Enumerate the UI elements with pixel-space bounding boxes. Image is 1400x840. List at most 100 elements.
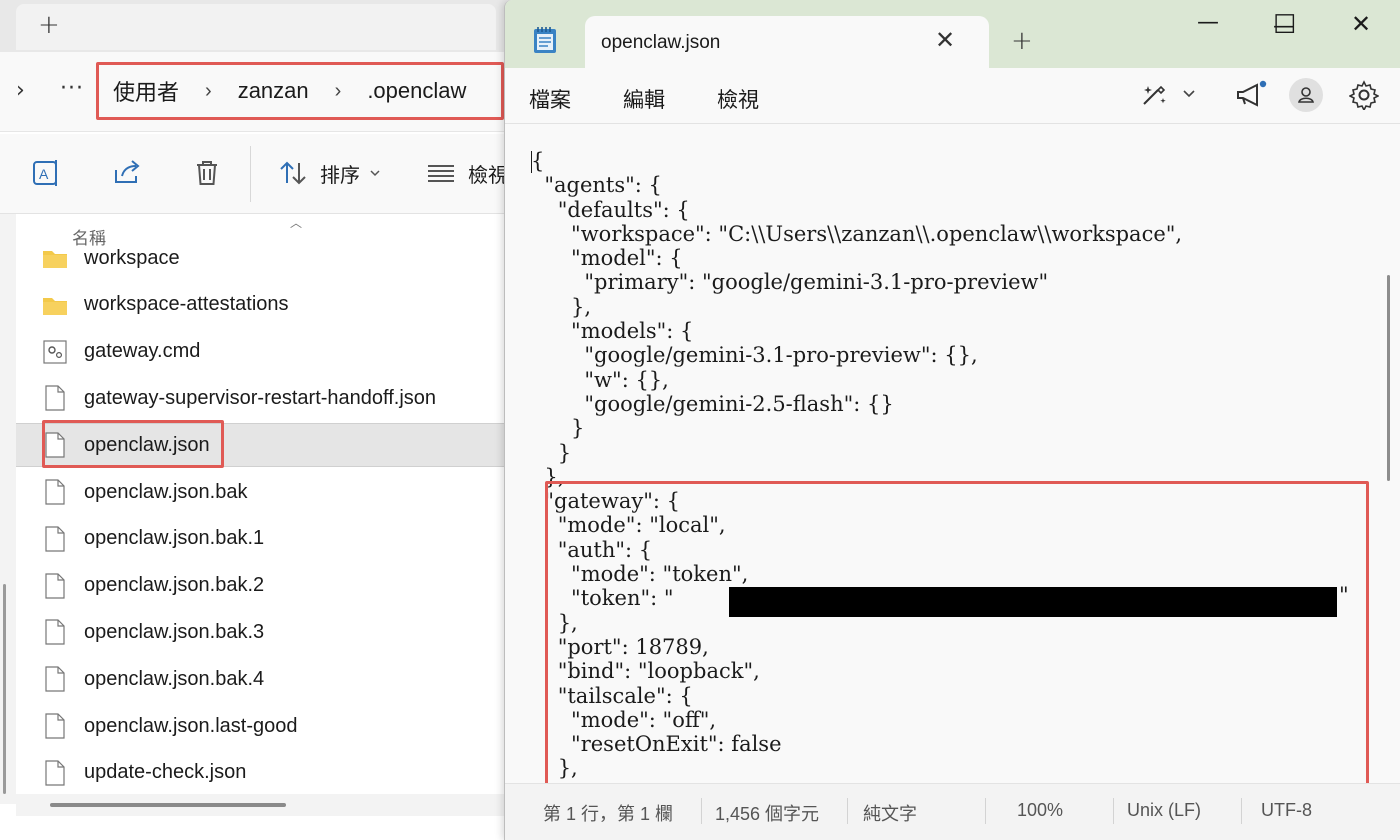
file-list-item[interactable]: openclaw.json.bak.4 (42, 657, 520, 701)
more-breadcrumbs-button[interactable]: ··· (60, 76, 84, 101)
file-name: workspace-attestations (84, 293, 289, 316)
file-list-item[interactable]: gateway.cmd (42, 330, 520, 374)
file-explorer-window: + › ··· 使用者 › zanzan › .openclaw A 排序 檢視… (0, 0, 520, 840)
share-icon[interactable] (112, 158, 142, 188)
status-format[interactable]: 純文字 (863, 800, 917, 826)
maximize-button[interactable]: ☐ (1273, 10, 1296, 40)
nav-chevron-icon[interactable]: › (16, 78, 25, 103)
user-icon (1298, 87, 1314, 103)
sort-label: 排序 (320, 162, 360, 187)
code-line: "primary": "google/gemini-3.1-pro-previe… (531, 270, 1049, 295)
file-icon (45, 666, 65, 692)
breadcrumb-item-zanzan[interactable]: zanzan (238, 78, 309, 104)
status-zoom[interactable]: 100% (1017, 800, 1063, 821)
menu-view[interactable]: 檢視 (717, 84, 759, 114)
file-name: gateway.cmd (84, 340, 201, 363)
file-name: openclaw.json.last-good (84, 714, 298, 737)
code-line: "defaults": { (531, 197, 690, 222)
code-line: "google/gemini-3.1-pro-preview": {}, (531, 343, 978, 368)
notepad-tab[interactable]: openclaw.json ✕ (585, 16, 989, 68)
file-list-item[interactable]: gateway-supervisor-restart-handoff.json (42, 376, 520, 420)
file-list-item[interactable]: workspace (42, 236, 520, 280)
file-list-item[interactable]: workspace-attestations (42, 283, 520, 327)
file-list-item[interactable]: openclaw.json.bak.2 (42, 564, 520, 608)
explorer-active-tab[interactable] (16, 4, 496, 50)
view-button[interactable]: 檢視 (426, 158, 508, 188)
notepad-new-tab-button[interactable]: + (1011, 26, 1033, 56)
vertical-scrollbar[interactable] (1387, 275, 1390, 481)
account-avatar[interactable] (1289, 78, 1323, 112)
svg-text:A: A (39, 166, 49, 182)
folder-icon (43, 297, 67, 315)
tab-title: openclaw.json (601, 32, 721, 53)
file-list-item[interactable]: openclaw.json.bak (42, 470, 520, 514)
status-char-count: 1,456 個字元 (715, 804, 820, 824)
code-line: "model": { (531, 246, 683, 271)
copilot-sparkle-icon[interactable] (1139, 80, 1169, 110)
breadcrumb-item-users[interactable]: 使用者 (113, 75, 179, 107)
nav-pane-scrollbar[interactable] (0, 214, 16, 804)
file-icon (45, 385, 65, 411)
code-line: } (531, 416, 585, 441)
chevron-down-icon (370, 170, 380, 177)
horizontal-scrollbar[interactable] (16, 794, 520, 816)
view-list-icon (428, 165, 454, 182)
code-line: "workspace": "C:\\Users\\zanzan\\.opencl… (531, 221, 1183, 246)
highlight-box-gateway (545, 481, 1369, 783)
explorer-new-tab-button[interactable]: + (38, 10, 60, 40)
notepad-app-icon (534, 27, 556, 53)
breadcrumb-item-openclaw[interactable]: .openclaw (367, 78, 466, 104)
settings-gear-icon[interactable] (1349, 80, 1379, 110)
status-line-ending[interactable]: Unix (LF) (1127, 800, 1201, 821)
file-name: openclaw.json.bak.4 (84, 667, 265, 690)
status-bar: 第 1 行，第 1 欄 1,456 個字元 純文字 100% Unix (LF)… (505, 783, 1400, 840)
notepad-title-bar: openclaw.json ✕ + — (505, 0, 1400, 68)
chevron-down-icon[interactable] (1181, 86, 1197, 102)
file-icon (45, 713, 65, 739)
announcement-icon[interactable] (1235, 80, 1267, 110)
tab-close-icon[interactable]: ✕ (935, 26, 955, 54)
sort-button[interactable]: 排序 (278, 158, 382, 188)
menu-edit[interactable]: 編輯 (623, 84, 665, 114)
file-name: gateway-supervisor-restart-handoff.json (84, 386, 437, 409)
status-encoding[interactable]: UTF-8 (1261, 800, 1312, 821)
file-list-item[interactable]: openclaw.json.bak.3 (42, 610, 520, 654)
file-name: openclaw.json.bak.2 (84, 574, 265, 597)
cmd-file-icon (43, 339, 67, 364)
file-list-item[interactable]: openclaw.json.bak.1 (42, 517, 520, 561)
file-icon (45, 760, 65, 786)
file-icon (45, 526, 65, 552)
file-list-item[interactable]: openclaw.json.last-good (42, 704, 520, 748)
breadcrumb-separator-icon[interactable]: › (335, 80, 342, 103)
code-line: }, (531, 294, 592, 319)
file-icon (45, 479, 65, 505)
sort-icon (280, 161, 306, 185)
delete-icon[interactable] (192, 158, 222, 188)
close-button[interactable]: ✕ (1351, 10, 1371, 38)
file-icon (45, 619, 65, 645)
code-line: "w": {}, (531, 367, 669, 392)
toolbar-divider (250, 146, 251, 202)
status-cursor-position: 第 1 行，第 1 欄 (543, 804, 674, 824)
view-label: 檢視 (468, 162, 508, 187)
file-name: update-check.json (84, 761, 247, 784)
code-line: "agents": { (531, 173, 662, 198)
file-name: openclaw.json.bak (84, 480, 248, 503)
file-list-item[interactable]: update-check.json (42, 751, 520, 794)
text-editor[interactable]: { "agents": { "defaults": { "workspace":… (505, 125, 1400, 783)
file-name: workspace (84, 246, 180, 269)
explorer-tab-bar: + (0, 0, 520, 52)
explorer-bottom (0, 816, 520, 840)
code-line: { (531, 149, 545, 173)
code-line: "models": { (531, 319, 694, 344)
file-name: openclaw.json.bak.1 (84, 527, 265, 550)
code-line: "google/gemini-2.5-flash": {} (531, 391, 894, 416)
breadcrumb: 使用者 › zanzan › .openclaw (96, 62, 504, 120)
rename-icon[interactable]: A (32, 158, 62, 188)
file-list: ︿ 名稱 workspace workspace-attestations gate… (16, 214, 520, 794)
minimize-button-glyph[interactable]: — (1197, 10, 1219, 35)
code-line: } (531, 440, 572, 465)
folder-icon (43, 251, 67, 268)
breadcrumb-separator-icon[interactable]: › (205, 80, 212, 103)
menu-file[interactable]: 檔案 (529, 84, 571, 114)
